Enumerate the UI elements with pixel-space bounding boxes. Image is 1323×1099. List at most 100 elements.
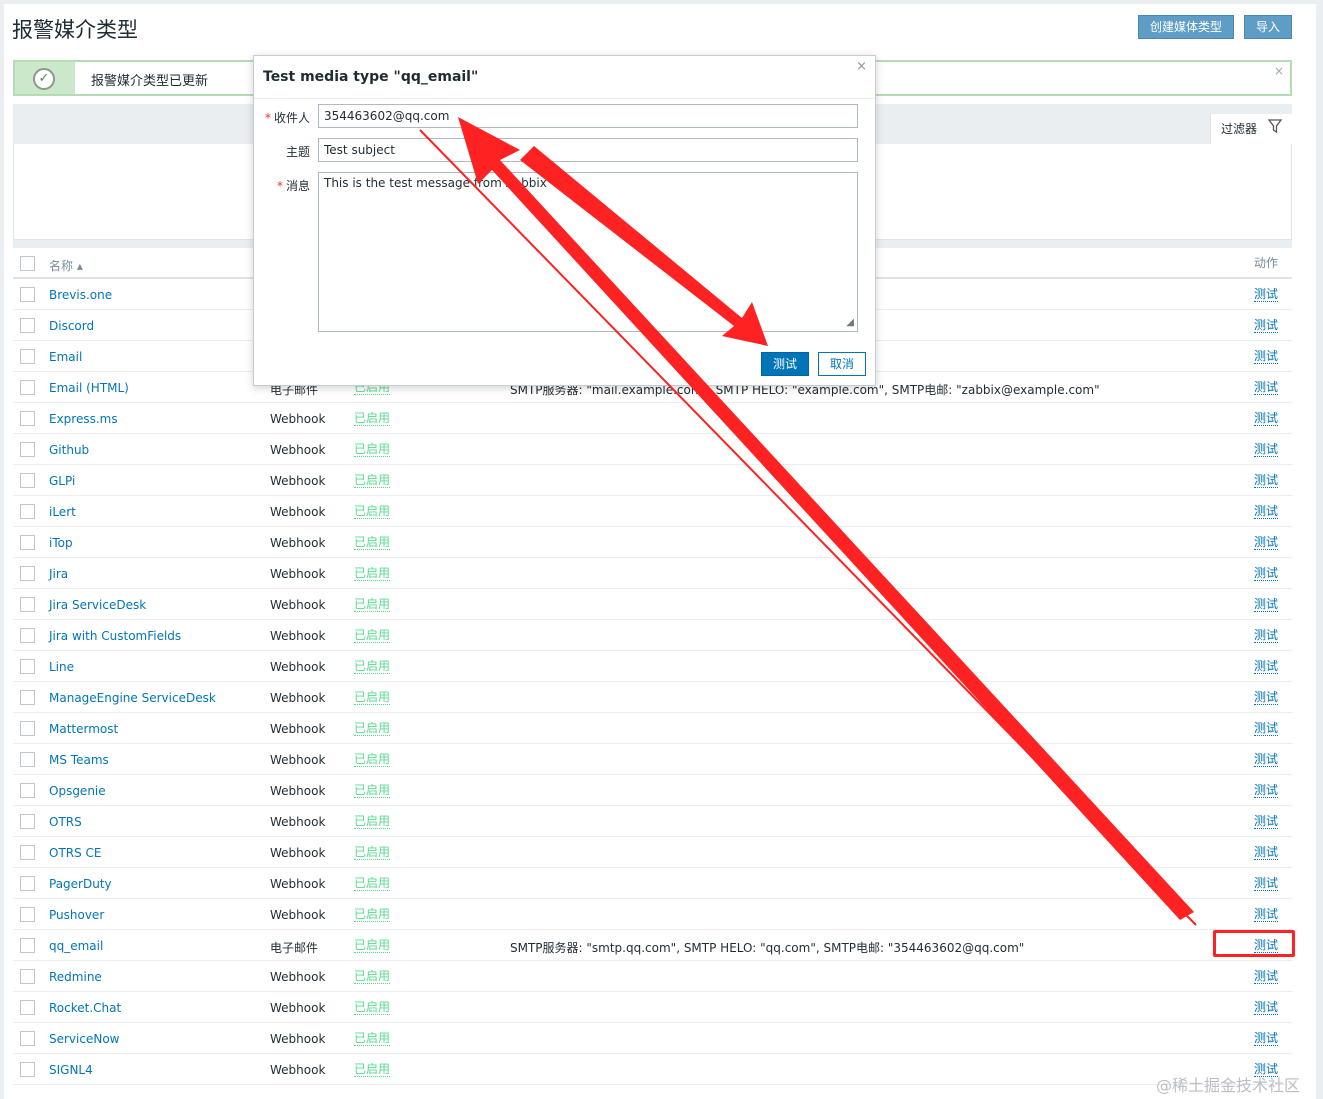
media-type-name-link[interactable]: OTRS [49, 815, 82, 829]
media-type-name-link[interactable]: Redmine [49, 970, 102, 984]
status-enabled-link[interactable]: 已启用 [354, 908, 391, 922]
row-checkbox[interactable] [20, 969, 35, 984]
status-enabled-link[interactable]: 已启用 [354, 598, 391, 612]
media-type-name-link[interactable]: iTop [49, 536, 73, 550]
select-all-checkbox[interactable] [20, 256, 35, 271]
media-type-name-link[interactable]: Github [49, 443, 89, 457]
row-checkbox[interactable] [20, 473, 35, 488]
media-type-name-link[interactable]: Discord [49, 319, 94, 333]
media-type-name-link[interactable]: ServiceNow [49, 1032, 119, 1046]
row-checkbox[interactable] [20, 411, 35, 426]
status-enabled-link[interactable]: 已启用 [354, 443, 391, 457]
row-checkbox[interactable] [20, 1000, 35, 1015]
test-action-link[interactable]: 测试 [1253, 598, 1278, 612]
row-checkbox[interactable] [20, 814, 35, 829]
test-action-link[interactable]: 测试 [1253, 350, 1278, 364]
media-type-name-link[interactable]: ManageEngine ServiceDesk [49, 691, 216, 705]
row-checkbox[interactable] [20, 597, 35, 612]
media-type-name-link[interactable]: SIGNL4 [49, 1063, 93, 1077]
media-type-name-link[interactable]: Pushover [49, 908, 104, 922]
media-type-name-link[interactable]: MS Teams [49, 753, 109, 767]
cancel-button[interactable]: 取消 [818, 352, 866, 376]
filter-tab[interactable]: 过滤器 [1210, 114, 1292, 144]
row-checkbox[interactable] [20, 504, 35, 519]
test-action-link[interactable]: 测试 [1253, 691, 1278, 705]
media-type-name-link[interactable]: Rocket.Chat [49, 1001, 121, 1015]
close-icon[interactable]: × [1274, 64, 1284, 78]
media-type-name-link[interactable]: Email (HTML) [49, 381, 129, 395]
test-action-link[interactable]: 测试 [1253, 784, 1278, 798]
test-action-link[interactable]: 测试 [1253, 629, 1278, 643]
subject-input[interactable] [318, 138, 858, 162]
test-button[interactable]: 测试 [761, 352, 809, 376]
media-type-name-link[interactable]: Jira [49, 567, 68, 581]
row-checkbox[interactable] [20, 907, 35, 922]
test-action-link[interactable]: 测试 [1253, 815, 1278, 829]
row-checkbox[interactable] [20, 721, 35, 736]
status-enabled-link[interactable]: 已启用 [354, 660, 391, 674]
status-enabled-link[interactable]: 已启用 [354, 970, 391, 984]
test-action-link[interactable]: 测试 [1253, 505, 1278, 519]
test-action-link[interactable]: 测试 [1253, 536, 1278, 550]
status-enabled-link[interactable]: 已启用 [354, 505, 391, 519]
media-type-name-link[interactable]: qq_email [49, 939, 103, 953]
status-enabled-link[interactable]: 已启用 [354, 1032, 391, 1046]
send-to-input[interactable] [318, 104, 858, 128]
media-type-name-link[interactable]: Mattermost [49, 722, 118, 736]
row-checkbox[interactable] [20, 566, 35, 581]
test-action-link[interactable]: 测试 [1253, 1001, 1278, 1015]
test-action-link[interactable]: 测试 [1253, 412, 1278, 426]
test-action-link[interactable]: 测试 [1253, 660, 1278, 674]
status-enabled-link[interactable]: 已启用 [354, 753, 391, 767]
row-checkbox[interactable] [20, 783, 35, 798]
row-checkbox[interactable] [20, 349, 35, 364]
row-checkbox[interactable] [20, 938, 35, 953]
create-media-type-button[interactable]: 创建媒体类型 [1138, 15, 1234, 39]
status-enabled-link[interactable]: 已启用 [354, 412, 391, 426]
row-checkbox[interactable] [20, 318, 35, 333]
status-enabled-link[interactable]: 已启用 [354, 474, 391, 488]
test-action-link[interactable]: 测试 [1253, 908, 1278, 922]
media-type-name-link[interactable]: Jira ServiceDesk [49, 598, 146, 612]
media-type-name-link[interactable]: OTRS CE [49, 846, 102, 860]
test-action-link[interactable]: 测试 [1253, 1032, 1278, 1046]
media-type-name-link[interactable]: PagerDuty [49, 877, 112, 891]
status-enabled-link[interactable]: 已启用 [354, 722, 391, 736]
status-enabled-link[interactable]: 已启用 [354, 784, 391, 798]
row-checkbox[interactable] [20, 628, 35, 643]
status-enabled-link[interactable]: 已启用 [354, 536, 391, 550]
row-checkbox[interactable] [20, 535, 35, 550]
row-checkbox[interactable] [20, 287, 35, 302]
media-type-name-link[interactable]: iLert [49, 505, 76, 519]
test-action-link[interactable]: 测试 [1253, 567, 1278, 581]
import-button[interactable]: 导入 [1244, 15, 1292, 39]
media-type-name-link[interactable]: Express.ms [49, 412, 118, 426]
media-type-name-link[interactable]: GLPi [49, 474, 75, 488]
media-type-name-link[interactable]: Email [49, 350, 82, 364]
test-action-link[interactable]: 测试 [1253, 877, 1278, 891]
test-action-link[interactable]: 测试 [1253, 381, 1278, 395]
test-action-link[interactable]: 测试 [1253, 443, 1278, 457]
row-checkbox[interactable] [20, 752, 35, 767]
test-action-link[interactable]: 测试 [1253, 846, 1278, 860]
media-type-name-link[interactable]: Opsgenie [49, 784, 106, 798]
test-action-link[interactable]: 测试 [1253, 753, 1278, 767]
close-icon[interactable]: × [856, 59, 867, 74]
row-checkbox[interactable] [20, 380, 35, 395]
status-enabled-link[interactable]: 已启用 [354, 629, 391, 643]
row-checkbox[interactable] [20, 845, 35, 860]
status-enabled-link[interactable]: 已启用 [354, 939, 391, 953]
row-checkbox[interactable] [20, 442, 35, 457]
resize-grip-icon[interactable]: ◢ [846, 317, 854, 328]
row-checkbox[interactable] [20, 1031, 35, 1046]
row-checkbox[interactable] [20, 1062, 35, 1077]
status-enabled-link[interactable]: 已启用 [354, 691, 391, 705]
media-type-name-link[interactable]: Line [49, 660, 74, 674]
media-type-name-link[interactable]: Brevis.one [49, 288, 112, 302]
media-type-name-link[interactable]: Jira with CustomFields [49, 629, 181, 643]
test-action-link[interactable]: 测试 [1253, 722, 1278, 736]
status-enabled-link[interactable]: 已启用 [354, 846, 391, 860]
test-action-link[interactable]: 测试 [1253, 319, 1278, 333]
test-action-link[interactable]: 测试 [1253, 474, 1278, 488]
test-action-link[interactable]: 测试 [1253, 970, 1278, 984]
